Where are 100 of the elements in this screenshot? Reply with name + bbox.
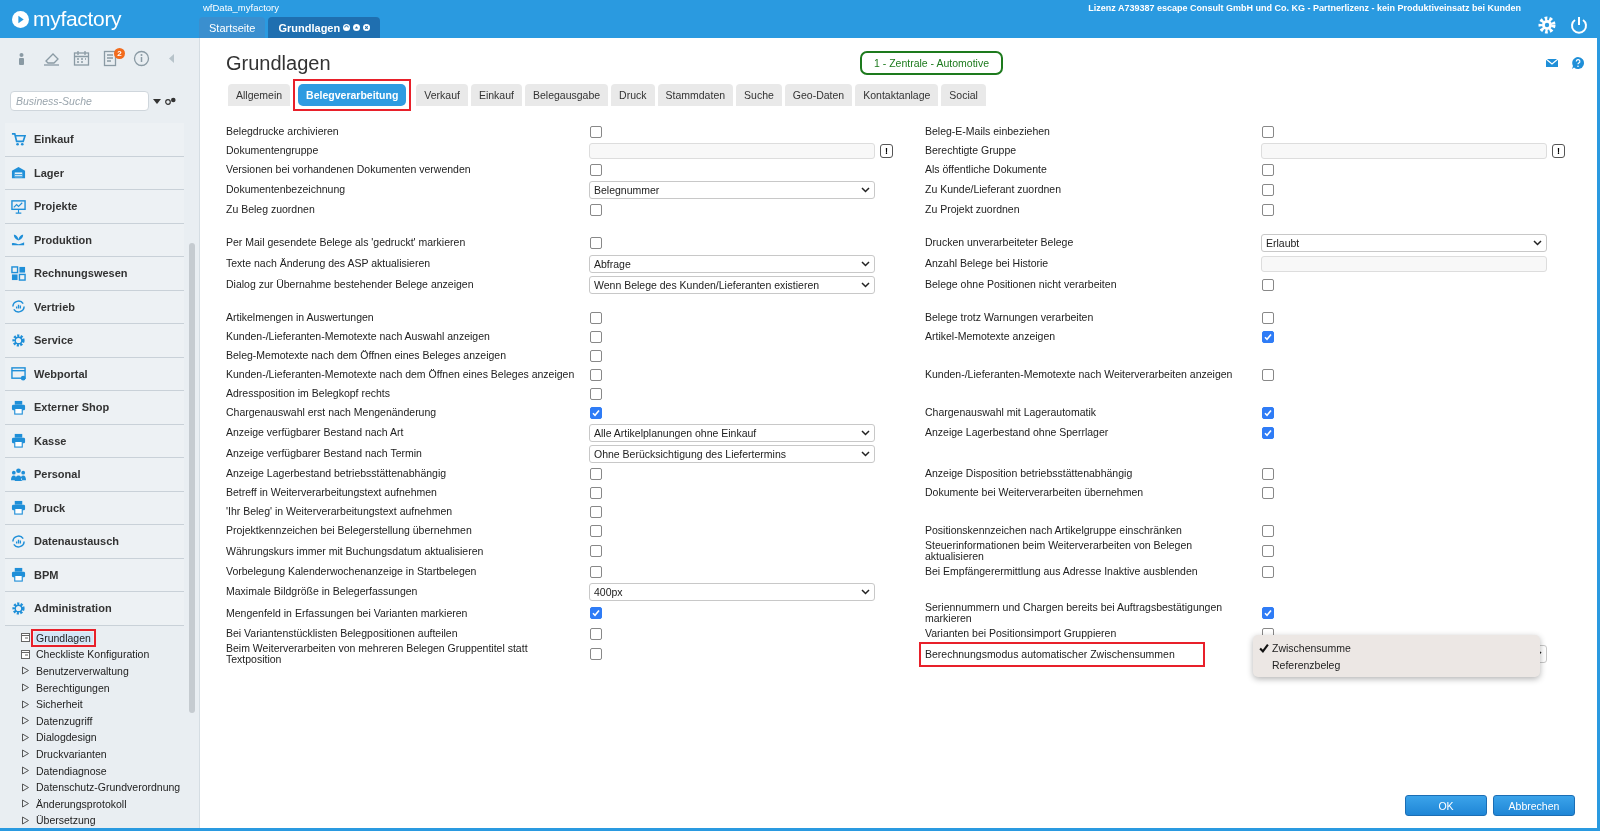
checkbox[interactable]	[590, 406, 602, 419]
power-icon[interactable]	[1569, 15, 1589, 35]
checkbox[interactable]	[590, 545, 602, 557]
checkbox[interactable]	[590, 565, 602, 578]
field-label: Anzeige verfügbarer Bestand nach Art	[226, 427, 405, 438]
checkbox[interactable]	[1262, 545, 1274, 557]
sidebar-item[interactable]: Vertrieb	[5, 290, 184, 324]
tree-item[interactable]: Grundlagen	[34, 631, 93, 644]
menu-item[interactable]: Referenzbeleg	[1272, 658, 1341, 671]
tab[interactable]: Verkauf	[416, 84, 468, 106]
sidebar-item[interactable]: Projekte	[5, 190, 184, 224]
checkbox[interactable]	[590, 163, 602, 176]
caret-icon[interactable]	[153, 97, 161, 105]
tree-item[interactable]: Datendiagnose	[34, 764, 109, 777]
scrollbar-thumb[interactable]	[189, 243, 195, 713]
checkbox[interactable]	[1262, 368, 1274, 381]
search-field[interactable]: Business-Suche	[10, 91, 149, 111]
tree-item[interactable]: Dialogdesign	[34, 731, 99, 744]
dropdown[interactable]: Belegnummer	[589, 180, 875, 199]
close-icon[interactable]	[363, 24, 371, 31]
checkbox[interactable]	[590, 387, 602, 400]
tab[interactable]: Kontaktanlage	[855, 84, 939, 106]
checkbox[interactable]	[590, 311, 602, 324]
sidebar-item[interactable]: Administration	[5, 592, 184, 626]
sidebar-item[interactable]: Lager	[5, 156, 184, 190]
help-icon[interactable]	[1571, 56, 1585, 70]
checkbox[interactable]	[590, 368, 602, 381]
checkbox[interactable]	[1262, 524, 1274, 537]
checkbox[interactable]	[590, 648, 602, 660]
checkbox[interactable]	[590, 486, 602, 499]
tree-item[interactable]: Änderungsprotokoll	[34, 797, 129, 810]
checkbox[interactable]	[1262, 311, 1274, 324]
tab[interactable]: Stammdaten	[657, 84, 734, 106]
checkbox[interactable]	[1262, 406, 1274, 419]
sidebar-item[interactable]: Externer Shop	[5, 391, 184, 425]
search-options-icon[interactable]	[165, 97, 176, 105]
settings-icon[interactable]	[1537, 15, 1557, 35]
input-field[interactable]	[1261, 142, 1547, 159]
checkbox[interactable]	[590, 125, 602, 138]
sidebar-item[interactable]: Personal	[5, 458, 184, 492]
calendar-icon[interactable]	[73, 50, 90, 67]
sidebar-item[interactable]: Datenaustausch	[5, 525, 184, 559]
checkbox[interactable]	[590, 467, 602, 480]
tree-item[interactable]: Benutzerverwaltung	[34, 665, 131, 677]
tab[interactable]: Druck	[611, 84, 655, 106]
tab[interactable]: Allgemein	[228, 84, 291, 106]
tree-item[interactable]: Sicherheit	[34, 698, 85, 711]
checkbox[interactable]	[590, 203, 602, 216]
tab[interactable]: Social	[941, 84, 986, 106]
tree-item[interactable]: Datenschutz-Grundverordnung	[34, 781, 183, 794]
checkbox[interactable]	[1262, 330, 1274, 343]
checkbox[interactable]	[1262, 278, 1274, 291]
checkbox[interactable]	[590, 330, 602, 343]
tree-item[interactable]: Berechtigungen	[34, 681, 112, 694]
tab[interactable]: Belegausgabe	[524, 84, 609, 106]
sidebar-item[interactable]: Rechnungswesen	[5, 257, 184, 291]
checkbox[interactable]	[590, 349, 602, 362]
checkbox[interactable]	[590, 607, 602, 619]
checkbox[interactable]	[590, 505, 602, 518]
lookup-button[interactable]: !	[1552, 143, 1565, 158]
sidebar-item[interactable]: Webportal	[5, 357, 184, 391]
checkbox[interactable]	[1262, 203, 1274, 216]
tab[interactable]: Suche	[736, 84, 782, 106]
info-icon[interactable]	[133, 50, 150, 67]
window-tab[interactable]: Grundlagen	[268, 17, 381, 38]
checkbox[interactable]	[1262, 426, 1274, 439]
tab[interactable]: Einkauf	[470, 84, 522, 106]
dropdown[interactable]: Wenn Belege des Kunden/Lieferanten existieren	[589, 275, 875, 294]
input-field[interactable]	[589, 142, 875, 159]
checkbox[interactable]	[1262, 565, 1274, 578]
dropdown[interactable]: Ohne Berücksichtigung des Liefertermins	[589, 444, 875, 463]
tree-item[interactable]: Datenzugriff	[34, 714, 95, 727]
dropdown[interactable]: Alle Artikelplanungen ohne Einkauf	[589, 423, 875, 442]
sidebar-item[interactable]: Service	[5, 324, 184, 358]
tree-item[interactable]: Druckvarianten	[34, 747, 109, 760]
dropdown[interactable]: Abfrage	[589, 254, 875, 273]
checkbox[interactable]	[590, 236, 602, 249]
input-field[interactable]	[1261, 255, 1547, 272]
checkbox[interactable]	[1262, 486, 1274, 499]
checkbox[interactable]	[1262, 467, 1274, 480]
menu-item[interactable]: Zwischensumme	[1272, 641, 1351, 654]
checkbox[interactable]	[590, 524, 602, 537]
dropdown[interactable]: 400px	[589, 582, 875, 601]
checkbox[interactable]	[1262, 183, 1274, 196]
sidebar-item[interactable]: Kasse	[5, 424, 184, 458]
tree-item[interactable]: Übersetzung	[34, 814, 98, 827]
tree-item[interactable]: Checkliste Konfiguration	[34, 648, 152, 661]
tab[interactable]: Geo-Daten	[784, 84, 853, 106]
checkbox[interactable]	[1262, 607, 1274, 619]
checkbox[interactable]	[590, 627, 602, 640]
checkbox[interactable]	[1262, 125, 1274, 138]
dropdown[interactable]: Erlaubt	[1261, 233, 1547, 252]
sidebar-item[interactable]: Einkauf	[5, 123, 184, 157]
mail-icon[interactable]	[1545, 56, 1559, 70]
sidebar-item[interactable]: Druck	[5, 491, 184, 525]
lookup-button[interactable]: !	[880, 143, 893, 158]
up-icon[interactable]	[353, 24, 361, 31]
sidebar-item[interactable]: Produktion	[5, 223, 184, 257]
sidebar-item[interactable]: BPM	[5, 558, 184, 592]
checkbox[interactable]	[1262, 163, 1274, 176]
